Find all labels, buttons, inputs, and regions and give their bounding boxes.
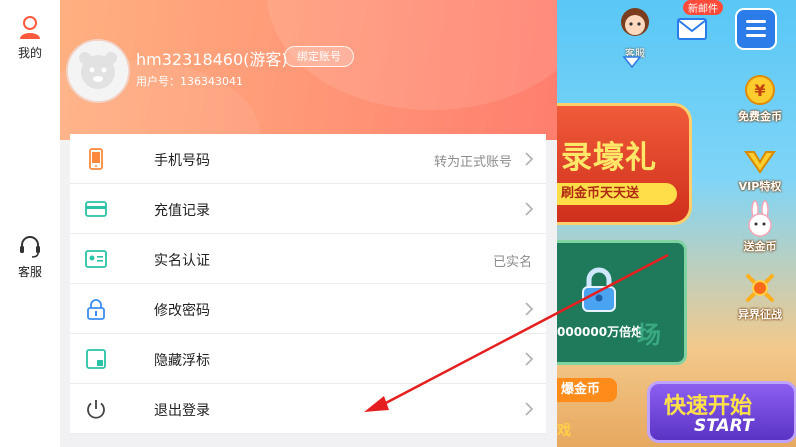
promo-banner-title: 录壕礼 [561, 140, 657, 176]
menu-item-logout[interactable]: 退出登录 [70, 384, 546, 434]
id-card-icon [85, 250, 107, 268]
side-feature-vip[interactable]: VIP特权 [727, 140, 793, 194]
promo-banner[interactable]: 录壕礼 刷金币天天送 [557, 103, 692, 225]
side-feature-label: 异界征战 [738, 308, 782, 321]
float-icon [86, 349, 106, 369]
side-feature-send-coin[interactable]: 送金币 [727, 200, 793, 254]
default-avatar-icon [68, 41, 128, 101]
menu-item-phone[interactable]: 手机号码 转为正式账号 [70, 134, 546, 184]
lock-icon [87, 299, 105, 320]
username: hm32318460(游客) [136, 50, 288, 69]
user-id-label: 用户号： [136, 75, 180, 88]
menu-item-recharge-history[interactable]: 充值记录 [70, 184, 546, 234]
gold-tag-secondary: 戏 [557, 423, 571, 439]
power-icon [87, 400, 105, 419]
user-icon [20, 16, 40, 39]
settings-menu: 手机号码 转为正式账号 充值记录 实名认证 已实名 修改密码 隐藏浮标 退出登录 [70, 134, 546, 434]
promo-banner-subtitle: 刷金币天天送 [557, 183, 677, 205]
rabbit-icon [748, 200, 772, 237]
dropdown-toggle[interactable] [621, 52, 643, 72]
game-menu-button[interactable] [735, 8, 777, 50]
menu-item-real-name[interactable]: 实名认证 已实名 [70, 234, 546, 284]
rail-item-mine[interactable]: 我的 [0, 14, 60, 61]
user-id-value: 136343041 [180, 75, 243, 88]
phone-icon [89, 148, 103, 170]
triangle-down-icon [622, 56, 642, 69]
gold-tag: 爆金币 [557, 378, 617, 402]
profile-header: hm32318460(游客) 绑定账号 用户号：136343041 [60, 0, 557, 210]
left-rail: 我的 客服 [0, 0, 60, 447]
vip-icon [744, 151, 776, 174]
war-icon [746, 274, 774, 302]
menu-item-hide-float[interactable]: 隐藏浮标 [70, 334, 546, 384]
account-panel: hm32318460(游客) 绑定账号 用户号：136343041 手机号码 转… [60, 0, 557, 447]
menu-item-label: 实名认证 [154, 253, 210, 269]
card-icon [85, 201, 107, 217]
side-feature-war[interactable]: 异界征战 [727, 268, 793, 322]
svg-text:¥: ¥ [754, 81, 765, 100]
chevron-right-icon [525, 402, 534, 416]
avatar[interactable] [66, 39, 130, 103]
fishing-game-text: 000000万倍炮 [557, 325, 644, 339]
service-girl-icon [621, 8, 649, 36]
game-background: 录壕礼 刷金币天天送 000000万倍炮 场 爆金币 戏 快速开始 START … [557, 0, 796, 447]
menu-item-change-password[interactable]: 修改密码 [70, 284, 546, 334]
chevron-right-icon [525, 152, 534, 166]
quick-start-button[interactable]: 快速开始 START [647, 381, 796, 443]
rail-item-service[interactable]: 客服 [0, 233, 60, 280]
lock-icon [582, 267, 616, 312]
rail-label-mine: 我的 [17, 46, 42, 60]
new-mail-badge: 新邮件 [683, 0, 723, 15]
rail-label-service: 客服 [17, 265, 42, 279]
menu-item-label: 充值记录 [154, 203, 210, 219]
fishing-game-card[interactable]: 000000万倍炮 场 [557, 240, 687, 365]
fishing-game-field-text: 场 [637, 321, 661, 349]
user-id-row: 用户号：136343041 [136, 73, 243, 89]
menu-item-value: 已实名 [492, 255, 532, 270]
side-feature-label: VIP特权 [738, 180, 782, 193]
side-feature-label: 免费金币 [738, 110, 782, 123]
chevron-right-icon [525, 202, 534, 216]
menu-icon [746, 20, 766, 37]
menu-item-label: 隐藏浮标 [154, 353, 210, 369]
bind-account-button[interactable]: 绑定账号 [284, 46, 354, 67]
menu-item-label: 手机号码 [154, 153, 210, 169]
start-label: START [694, 416, 754, 436]
menu-item-value: 转为正式账号 [433, 155, 512, 170]
free-coin-icon: ¥ [745, 75, 775, 105]
menu-item-label: 退出登录 [154, 403, 210, 419]
side-feature-free-coin[interactable]: ¥ 免费金币 [727, 70, 793, 124]
menu-item-label: 修改密码 [154, 303, 210, 319]
chevron-right-icon [525, 352, 534, 366]
side-feature-label: 送金币 [743, 240, 777, 253]
headset-icon [20, 236, 40, 258]
chevron-right-icon [525, 302, 534, 316]
mail-icon [677, 18, 707, 40]
mail-button[interactable]: 新邮件 [675, 0, 731, 44]
